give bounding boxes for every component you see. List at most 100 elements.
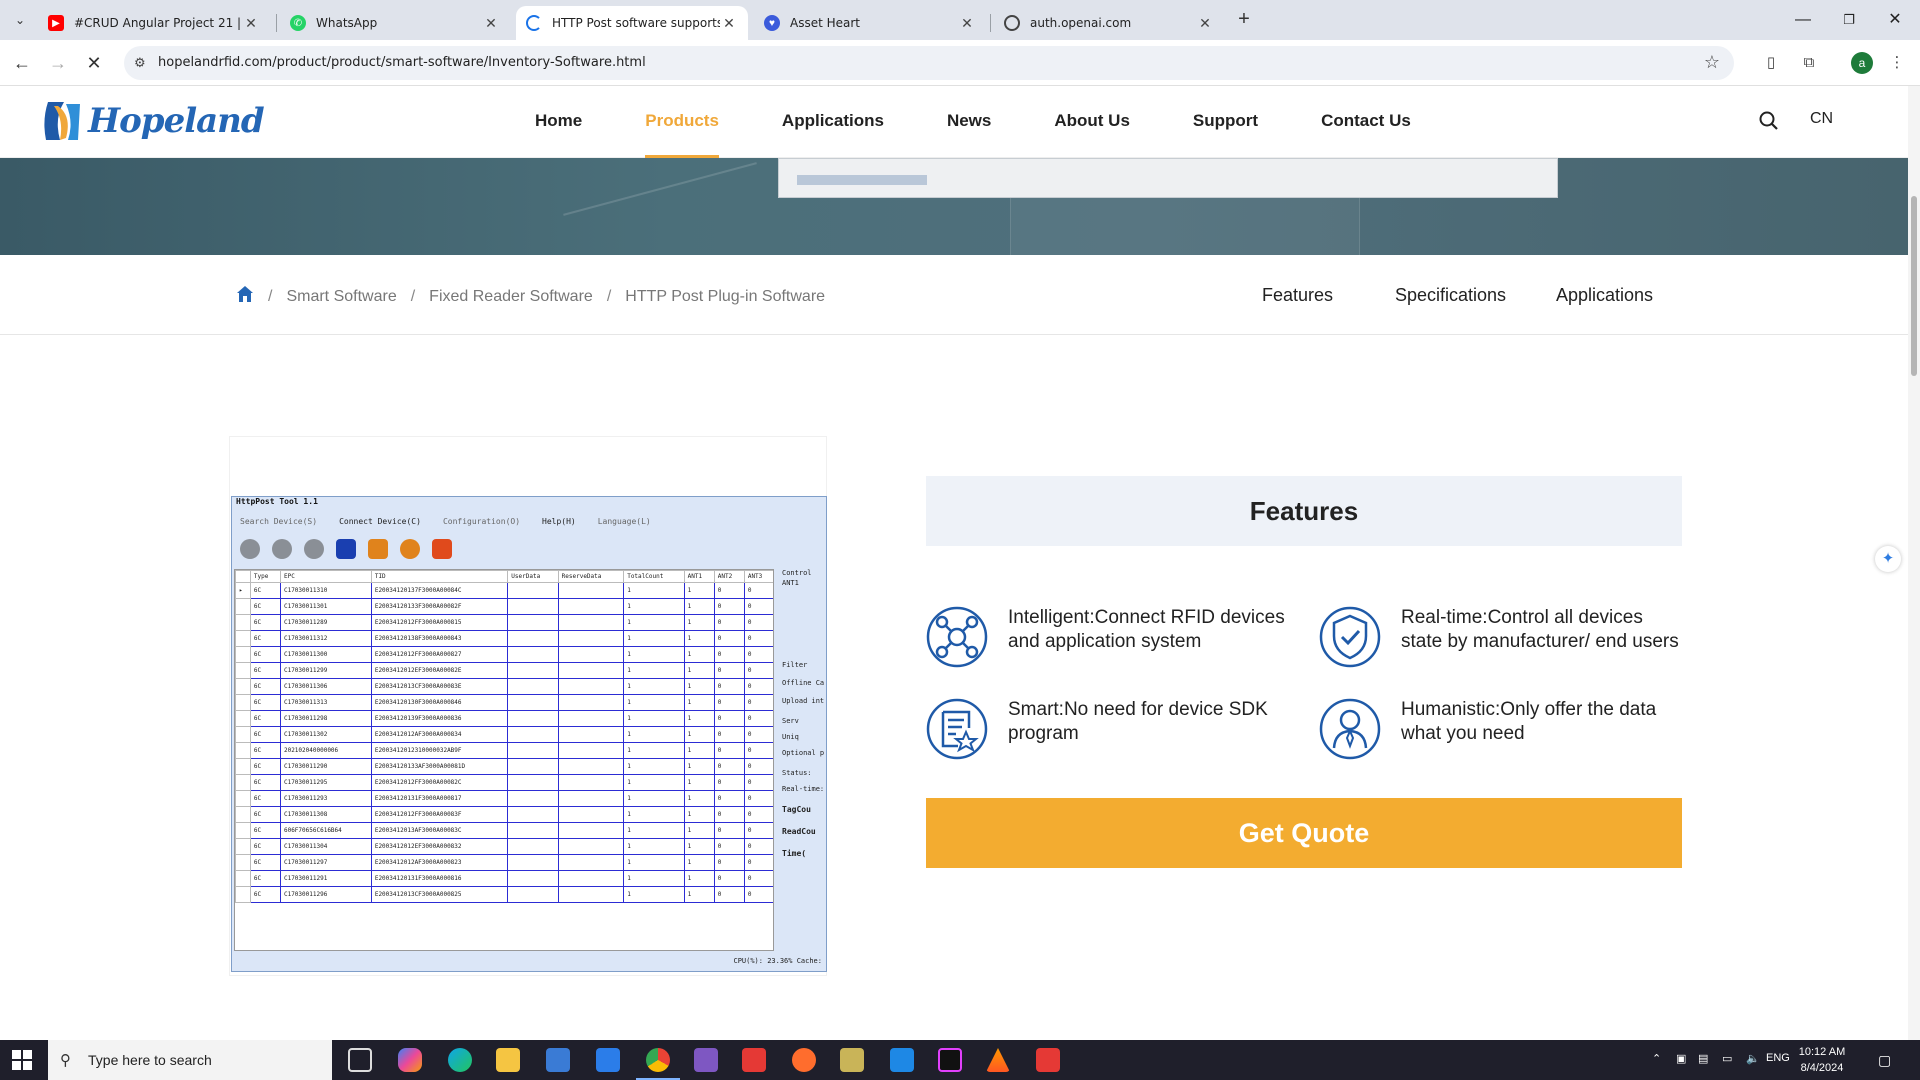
app-menu-item: Search Device(S)	[240, 517, 318, 526]
close-tab-icon[interactable]: ✕	[958, 15, 976, 32]
get-quote-button[interactable]: Get Quote	[926, 798, 1682, 868]
site-info-icon[interactable]: ⚙	[134, 55, 150, 71]
table-cell: 0	[713, 854, 745, 871]
tab-youtube[interactable]: ▶ #CRUD Angular Project 21 |ـل ✕	[38, 6, 270, 40]
task-view-icon[interactable]	[348, 1048, 372, 1072]
table-cell: 1	[623, 806, 685, 823]
chrome-icon[interactable]	[636, 1048, 680, 1080]
network-icon[interactable]: ▭	[1722, 1052, 1732, 1065]
table-cell: 0	[713, 694, 745, 711]
tab-whatsapp[interactable]: ✆ WhatsApp ✕	[280, 6, 510, 40]
table-cell: 1	[683, 886, 715, 903]
tray-icon[interactable]: ▣	[1676, 1052, 1686, 1065]
vscode-icon[interactable]	[890, 1048, 914, 1072]
close-tab-icon[interactable]: ✕	[1196, 15, 1214, 32]
tab-asset-heart[interactable]: ♥ Asset Heart ✕	[754, 6, 986, 40]
table-cell: 1	[623, 678, 685, 695]
notifications-icon[interactable]: ▢	[1878, 1052, 1891, 1069]
search-icon[interactable]	[1758, 110, 1780, 132]
tab-title: HTTP Post software supports d	[552, 16, 720, 30]
table-cell	[507, 758, 559, 775]
menu-kebab-icon[interactable]: ⋮	[1886, 52, 1908, 74]
input-language[interactable]: ENG	[1766, 1052, 1790, 1064]
subnav-applications[interactable]: Applications	[1556, 285, 1653, 306]
anydesk-icon[interactable]	[742, 1048, 766, 1072]
table-cell: E20034120138F3000A000843	[370, 630, 509, 647]
minimize-button[interactable]: —	[1780, 6, 1826, 34]
nav-support[interactable]: Support	[1193, 86, 1258, 158]
intellij-icon[interactable]	[938, 1048, 962, 1072]
close-window-button[interactable]: ✕	[1872, 6, 1918, 34]
app-close-icon	[432, 539, 452, 559]
tab-openai[interactable]: auth.openai.com ✕	[994, 6, 1224, 40]
table-cell: 1	[683, 822, 715, 839]
stop-loading-button[interactable]: ✕	[80, 49, 108, 77]
copilot-icon[interactable]	[398, 1048, 422, 1072]
hopeland-logo[interactable]: Hopeland	[40, 98, 265, 144]
table-cell: E20034120131F3000A000817	[370, 790, 509, 807]
whatsapp-icon: ✆	[290, 15, 306, 31]
taskbar-clock[interactable]: 10:12 AM 8/4/2024	[1792, 1044, 1852, 1076]
nav-applications[interactable]: Applications	[782, 86, 884, 158]
store-icon[interactable]	[546, 1048, 570, 1072]
restore-button[interactable]: ❐	[1826, 6, 1872, 34]
table-cell	[557, 614, 625, 631]
home-icon[interactable]	[236, 285, 254, 308]
new-tab-button[interactable]: +	[1232, 8, 1256, 32]
table-row: 6C C17030011298 E20034120139F3000A000836 1 1…	[235, 710, 773, 727]
table-header-cell: TID	[370, 570, 509, 583]
app-icon[interactable]	[1036, 1048, 1060, 1072]
vlc-icon[interactable]	[986, 1048, 1010, 1072]
close-tab-icon[interactable]: ✕	[482, 15, 500, 32]
table-row: 6C C17030011308 E2003412012FF3000A00083F 1 1…	[235, 806, 773, 823]
tray-icon[interactable]: ▤	[1698, 1052, 1708, 1065]
table-row: 6C C17030011295 E2003412012FF3000A00082C 1 1…	[235, 774, 773, 791]
edge-icon[interactable]	[448, 1048, 472, 1072]
table-cell: 1	[683, 710, 715, 727]
subnav-specifications[interactable]: Specifications	[1395, 285, 1506, 306]
postman-icon[interactable]	[792, 1048, 816, 1072]
scrollbar-thumb[interactable]	[1911, 196, 1917, 376]
table-row: 6C C17030011291 E20034120131F3000A000816 1 1…	[235, 870, 773, 887]
url-text[interactable]: hopelandrfid.com/product/product/smart-s…	[158, 55, 646, 70]
nav-news[interactable]: News	[947, 86, 991, 158]
breadcrumb-item[interactable]: Fixed Reader Software	[429, 288, 593, 306]
show-hidden-icons[interactable]: ⌃	[1652, 1052, 1661, 1065]
app-icon[interactable]	[840, 1048, 864, 1072]
table-cell: C17030011297	[279, 854, 372, 871]
reading-mode-icon[interactable]: ▯	[1760, 52, 1782, 74]
asset-heart-icon: ♥	[764, 15, 780, 31]
tab-search-button[interactable]: ⌄	[8, 8, 32, 32]
tab-http-post[interactable]: HTTP Post software supports d ✕	[516, 6, 748, 40]
page-scrollbar[interactable]	[1908, 86, 1920, 1040]
forward-button[interactable]: →	[44, 49, 72, 77]
nav-home[interactable]: Home	[535, 86, 582, 158]
address-bar[interactable]: ⚙ hopelandrfid.com/product/product/smart…	[124, 46, 1734, 80]
nav-contact-us[interactable]: Contact Us	[1321, 86, 1411, 158]
nav-about-us[interactable]: About Us	[1054, 86, 1130, 158]
profile-avatar[interactable]: a	[1851, 52, 1873, 74]
nav-products[interactable]: Products	[645, 86, 719, 158]
bookmark-star-icon[interactable]: ☆	[1704, 52, 1720, 73]
back-button[interactable]: ←	[8, 49, 36, 77]
breadcrumb-item[interactable]: HTTP Post Plug-in Software	[625, 288, 825, 306]
subnav-features[interactable]: Features	[1262, 285, 1333, 306]
close-tab-icon[interactable]: ✕	[720, 15, 738, 32]
visual-studio-icon[interactable]	[694, 1048, 718, 1072]
mail-icon[interactable]	[596, 1048, 620, 1072]
floating-assistant-icon[interactable]: ✦	[1875, 546, 1901, 572]
table-cell	[507, 582, 559, 599]
table-row: ▸ 6C C17030011310 E20034120137F3000A00084C 1…	[235, 582, 773, 599]
breadcrumb-item[interactable]: Smart Software	[286, 288, 396, 306]
table-cell	[507, 886, 559, 903]
table-cell: 1	[683, 678, 715, 695]
windows-start-icon[interactable]	[12, 1050, 32, 1070]
taskbar-search[interactable]: ⚲ Type here to search	[48, 1040, 332, 1080]
file-explorer-icon[interactable]	[496, 1048, 520, 1072]
table-cell: 6C	[249, 710, 281, 727]
table-cell: 0	[713, 726, 745, 743]
close-tab-icon[interactable]: ✕	[242, 15, 260, 32]
volume-icon[interactable]: 🔈	[1746, 1052, 1760, 1065]
language-switch[interactable]: CN	[1810, 110, 1833, 128]
extensions-icon[interactable]: ⧉	[1798, 52, 1820, 74]
